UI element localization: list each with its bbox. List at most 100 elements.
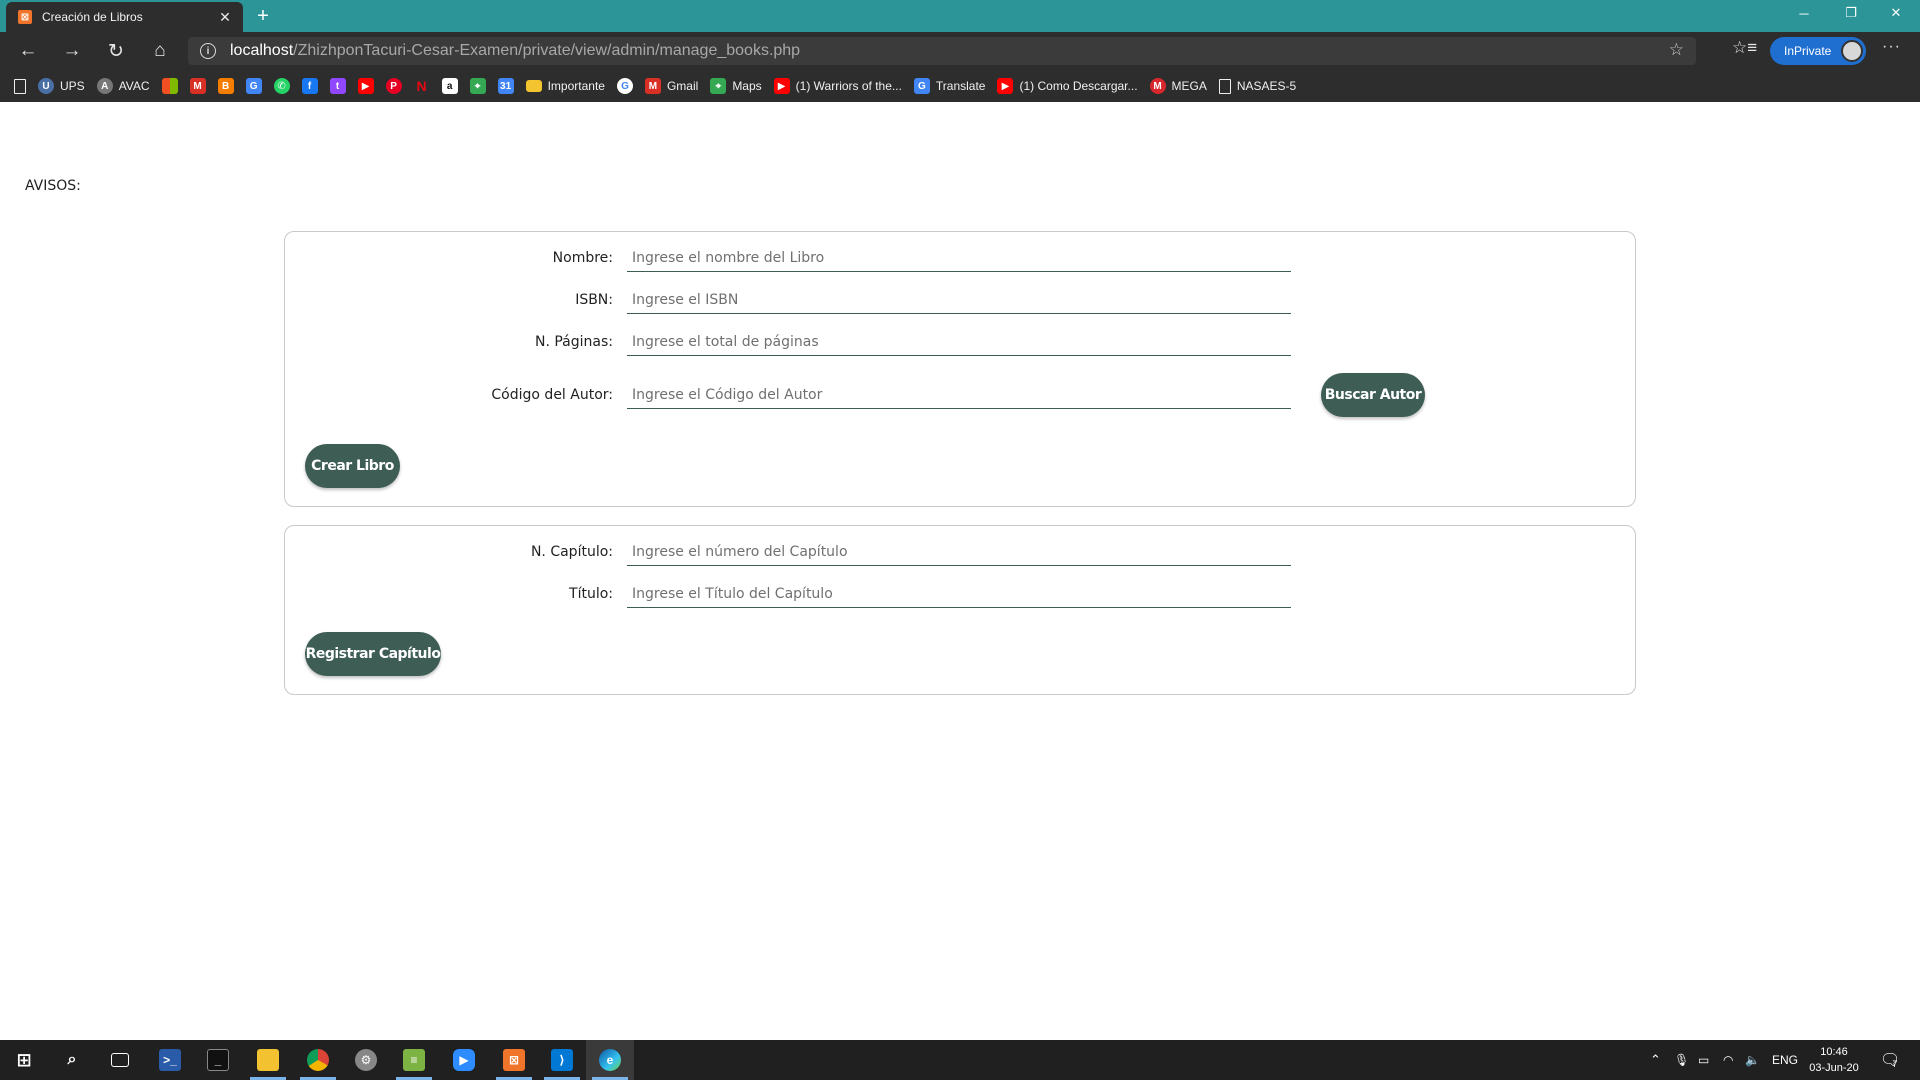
notepad-icon: ≡ <box>403 1049 425 1071</box>
registrar-capitulo-button[interactable]: Registrar Capítulo <box>305 632 441 676</box>
gmail-icon: M <box>644 78 661 94</box>
xampp-icon: ⊠ <box>503 1049 525 1071</box>
show-hidden-icons[interactable]: ⌃ <box>1650 1040 1661 1080</box>
browser-tab[interactable]: ⊠ Creación de Libros ✕ <box>6 2 243 32</box>
ups-icon: U <box>38 78 54 94</box>
edge-icon: e <box>599 1049 621 1071</box>
facebook-icon: f <box>301 78 318 94</box>
page-icon <box>1218 78 1231 94</box>
wifi-icon[interactable]: ◠ <box>1723 1040 1733 1080</box>
terminal-icon: _ <box>207 1049 229 1071</box>
taskbar-app[interactable]: ⚙ <box>342 1040 390 1080</box>
page-icon <box>14 78 26 94</box>
site-info-icon[interactable]: i <box>200 43 216 59</box>
minimize-button[interactable]: ─ <box>1782 0 1826 26</box>
bookmark-item[interactable]: G <box>245 78 262 94</box>
taskbar-chrome[interactable] <box>294 1040 342 1080</box>
buscar-autor-button[interactable]: Buscar Autor <box>1321 373 1425 417</box>
taskbar-edge[interactable]: e <box>586 1040 634 1080</box>
maps-icon: ⌖ <box>469 78 486 94</box>
clock-time: 10:46 <box>1820 1046 1848 1058</box>
search-icon: ⌕ <box>67 1051 77 1068</box>
isbn-input[interactable] <box>627 286 1291 314</box>
refresh-icon[interactable]: ↻ <box>100 36 132 66</box>
bookmark-item[interactable]: G <box>616 78 633 94</box>
bookmark-item[interactable]: M Gmail <box>644 78 698 94</box>
bookmark-item[interactable]: f <box>301 78 318 94</box>
bookmark-item[interactable]: B <box>217 78 234 94</box>
forward-icon[interactable]: → <box>56 36 88 66</box>
pinterest-icon: P <box>385 78 402 94</box>
bookmark-item[interactable]: ▶ <box>357 78 374 94</box>
bookmark-item[interactable]: NASAES-5 <box>1218 78 1296 94</box>
taskbar-powershell[interactable]: >_ <box>146 1040 194 1080</box>
volume-icon[interactable]: 🔈 <box>1745 1040 1760 1080</box>
bookmark-item[interactable]: ▶ (1) Como Descargar... <box>997 78 1138 94</box>
language-indicator[interactable]: ENG <box>1772 1040 1798 1080</box>
bookmark-item[interactable]: ✆ <box>273 78 290 94</box>
whatsapp-icon: ✆ <box>273 78 290 94</box>
start-button[interactable]: ⊞ <box>0 1040 48 1080</box>
nombre-input[interactable] <box>627 244 1291 272</box>
google-icon: G <box>616 78 633 94</box>
page-content: AVISOS: Nombre: ISBN: N. Páginas: Código… <box>0 102 1920 1040</box>
close-window-button[interactable]: ✕ <box>1874 0 1918 26</box>
home-icon[interactable]: ⌂ <box>144 36 176 66</box>
xampp-favicon-icon: ⊠ <box>18 10 32 24</box>
gear-icon: ⚙ <box>355 1049 377 1071</box>
bookmark-item[interactable]: M <box>189 78 206 94</box>
taskbar-file-explorer[interactable] <box>244 1040 292 1080</box>
isbn-label: ISBN: <box>575 292 613 308</box>
translate-icon: G <box>245 78 262 94</box>
tab-close-icon[interactable]: ✕ <box>217 9 233 25</box>
bookmark-item[interactable]: ▶ (1) Warriors of the... <box>773 78 902 94</box>
task-view-button[interactable] <box>96 1040 144 1080</box>
crear-libro-button[interactable]: Crear Libro <box>305 444 400 488</box>
bookmark-item[interactable]: t <box>329 78 346 94</box>
paginas-label: N. Páginas: <box>534 334 613 350</box>
bookmark-item[interactable]: a <box>441 78 458 94</box>
bookmark-item[interactable] <box>14 78 26 94</box>
bookmark-item[interactable]: P <box>385 78 402 94</box>
titulo-capitulo-input[interactable] <box>627 580 1291 608</box>
crear-libro-form: Nombre: ISBN: N. Páginas: Código del Aut… <box>284 231 1636 507</box>
back-icon[interactable]: ← <box>12 36 44 66</box>
battery-icon[interactable]: ▭ <box>1698 1040 1709 1080</box>
bookmark-item[interactable]: M MEGA <box>1149 78 1207 94</box>
codigo-autor-input[interactable] <box>627 381 1291 409</box>
bookmark-item[interactable]: N <box>414 78 430 94</box>
restore-button[interactable]: ❐ <box>1829 0 1873 26</box>
numero-capitulo-input[interactable] <box>627 538 1291 566</box>
bookmark-item[interactable]: U UPS <box>38 78 85 94</box>
favorite-star-icon[interactable]: ☆ <box>1669 40 1684 60</box>
system-clock[interactable]: 10:46 03-Jun-20 <box>1800 1044 1868 1076</box>
notifications-icon[interactable]: 🗨 7 <box>1880 1040 1900 1080</box>
inprivate-button[interactable]: InPrivate <box>1770 37 1866 65</box>
search-button[interactable]: ⌕ <box>48 1040 96 1080</box>
taskbar-vscode[interactable]: ⟩ <box>538 1040 586 1080</box>
taskbar-xampp[interactable]: ⊠ <box>490 1040 538 1080</box>
new-tab-button[interactable]: + <box>252 5 274 27</box>
url-text[interactable]: localhost/ZhizhponTacuri-Cesar-Examen/pr… <box>230 42 800 60</box>
bookmark-item[interactable] <box>161 78 178 94</box>
microphone-icon[interactable]: 🎙 <box>1674 1040 1689 1080</box>
clock-date: 03-Jun-20 <box>1809 1062 1859 1074</box>
taskbar-notepad[interactable]: ≡ <box>390 1040 438 1080</box>
codigo-autor-row: Código del Autor: <box>285 381 1291 409</box>
blogger-icon: B <box>217 78 234 94</box>
address-bar[interactable]: i localhost/ZhizhponTacuri-Cesar-Examen/… <box>188 37 1696 65</box>
bookmark-item[interactable]: 31 <box>497 78 514 94</box>
paginas-input[interactable] <box>627 328 1291 356</box>
bookmark-folder-importante[interactable]: Importante <box>525 79 605 93</box>
taskbar-terminal[interactable]: _ <box>194 1040 242 1080</box>
gmail-icon: M <box>189 78 206 94</box>
favorites-list-icon[interactable]: ☆≡ <box>1732 38 1757 58</box>
bookmark-item[interactable]: ⌖ <box>469 78 486 94</box>
bookmark-item[interactable]: G Translate <box>913 78 985 94</box>
bookmark-item[interactable]: A AVAC <box>96 78 150 94</box>
windows-logo-icon: ⊞ <box>16 1049 32 1070</box>
taskbar-zoom[interactable]: ▶ <box>440 1040 488 1080</box>
bookmark-item[interactable]: ⌖ Maps <box>710 78 762 94</box>
zoom-icon: ▶ <box>453 1049 475 1071</box>
more-options-icon[interactable]: ··· <box>1882 38 1901 56</box>
